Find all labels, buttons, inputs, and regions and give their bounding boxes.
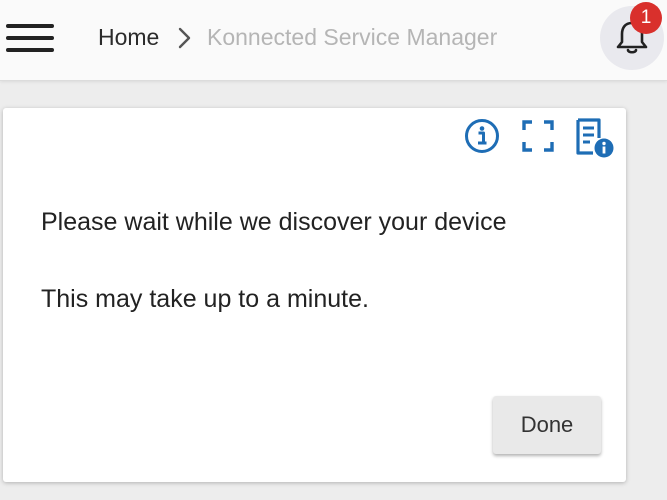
document-info-icon: [576, 118, 614, 158]
fullscreen-button[interactable]: [518, 116, 558, 156]
wait-time-note: This may take up to a minute.: [41, 285, 369, 313]
chevron-right-icon: [178, 27, 191, 49]
notification-count-badge: 1: [630, 2, 662, 34]
top-app-bar: Home Konnected Service Manager 1: [0, 0, 667, 81]
menu-line: [6, 36, 54, 40]
discovery-dialog: Please wait while we discover your devic…: [3, 108, 626, 482]
discovery-message: Please wait while we discover your devic…: [41, 208, 507, 236]
done-button[interactable]: Done: [493, 396, 601, 454]
info-circle-icon: [465, 119, 499, 153]
breadcrumb-current-page: Konnected Service Manager: [207, 24, 498, 50]
menu-line: [6, 24, 54, 28]
hamburger-menu-icon[interactable]: [6, 20, 54, 56]
breadcrumb-home-link[interactable]: Home: [98, 22, 159, 52]
info-button[interactable]: [462, 116, 502, 156]
fullscreen-icon: [522, 120, 554, 152]
menu-line: [6, 48, 54, 52]
log-button[interactable]: [573, 116, 614, 158]
